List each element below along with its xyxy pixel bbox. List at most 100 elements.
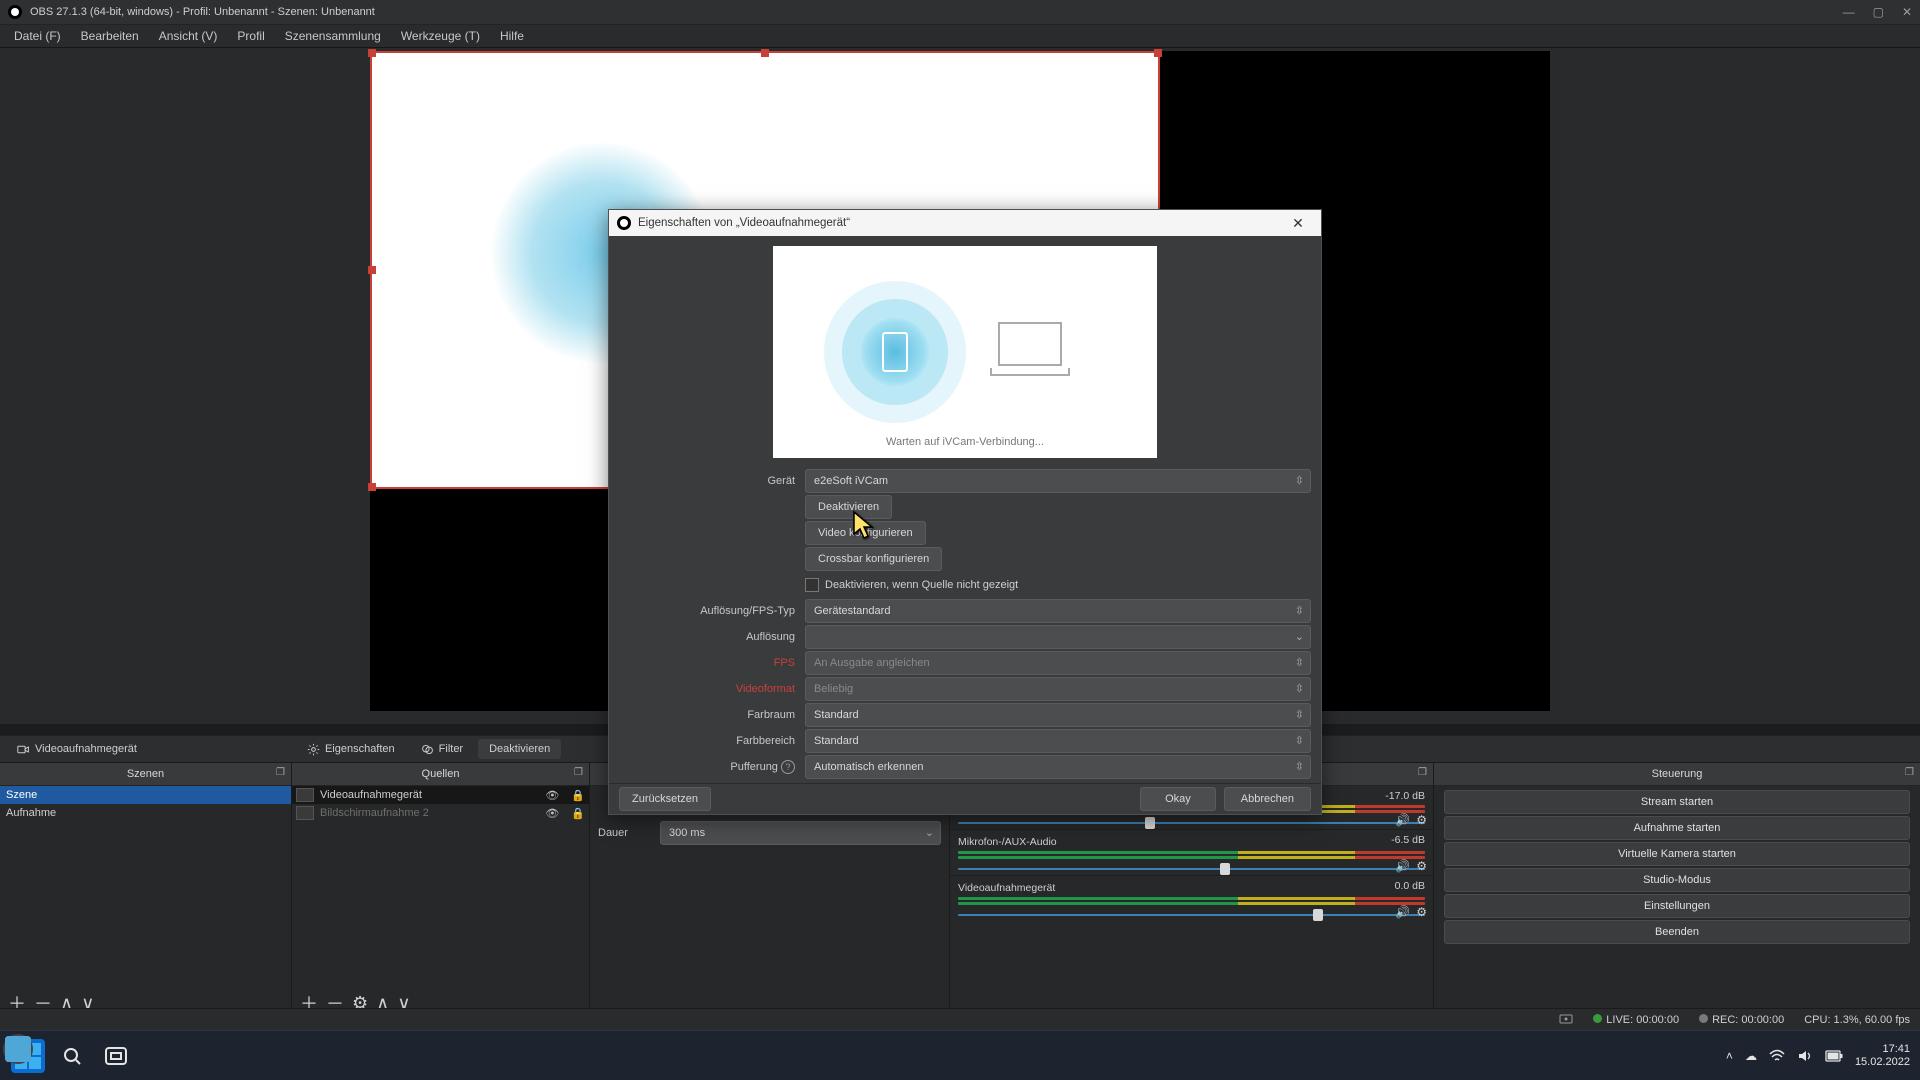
menu-view[interactable]: Ansicht (V) xyxy=(149,27,228,45)
status-cpu: CPU: 1.3%, 60.00 fps xyxy=(1804,1014,1910,1026)
mute-icon[interactable]: 🔊 xyxy=(1395,905,1410,919)
menu-scene-collection[interactable]: Szenensammlung xyxy=(275,27,391,45)
colorrange-select[interactable]: Standard⇳ xyxy=(805,729,1311,753)
properties-dialog: Eigenschaften von „Videoaufnahmegerät“ ✕… xyxy=(608,209,1322,815)
minimize-button[interactable]: — xyxy=(1843,5,1855,19)
window-buttons: — ▢ ✕ xyxy=(1843,5,1912,19)
mixer-channel-db: 0.0 dB xyxy=(1395,880,1425,892)
resolution-select[interactable]: ⌄ xyxy=(805,625,1311,649)
videoformat-select: Beliebig⇳ xyxy=(805,677,1311,701)
defaults-button[interactable]: Zurücksetzen xyxy=(619,787,711,811)
buffering-label: Pufferung ? xyxy=(619,760,805,774)
maximize-button[interactable]: ▢ xyxy=(1873,5,1884,19)
control-button[interactable]: Beenden xyxy=(1444,920,1910,944)
menu-tools[interactable]: Werkzeuge (T) xyxy=(391,27,490,45)
volume-slider[interactable] xyxy=(958,817,1425,829)
channel-settings-icon[interactable]: ⚙ xyxy=(1416,905,1427,919)
camera-icon xyxy=(17,743,30,756)
lock-icon[interactable]: 🔒 xyxy=(571,807,585,820)
tray-battery-icon[interactable] xyxy=(1825,1050,1843,1062)
resize-handle[interactable] xyxy=(368,49,376,57)
control-button[interactable]: Aufnahme starten xyxy=(1444,816,1910,840)
tray-expand-icon[interactable]: ˄ xyxy=(1726,1049,1733,1063)
resize-handle[interactable] xyxy=(368,483,376,491)
tray-wifi-icon[interactable] xyxy=(1769,1049,1785,1063)
info-icon[interactable]: ? xyxy=(781,760,795,774)
status-rec: REC: 00:00:00 xyxy=(1712,1014,1784,1026)
device-preview: Warten auf iVCam-Verbindung... xyxy=(773,246,1157,458)
status-live: LIVE: 00:00:00 xyxy=(1606,1014,1679,1026)
search-icon[interactable] xyxy=(54,1038,90,1074)
resize-handle[interactable] xyxy=(1154,49,1162,57)
scene-item[interactable]: Szene xyxy=(0,786,291,804)
device-select[interactable]: e2eSoft iVCam⇳ xyxy=(805,469,1311,493)
resize-handle[interactable] xyxy=(761,49,769,57)
mixer-channel: Videoaufnahmegerät 0.0 dB 🔊⚙ xyxy=(950,875,1433,921)
volume-slider[interactable] xyxy=(958,863,1425,875)
popout-icon[interactable]: ❐ xyxy=(1418,767,1427,778)
menu-file[interactable]: Datei (F) xyxy=(4,27,71,45)
obs-window: OBS 27.1.3 (64-bit, windows) - Profil: U… xyxy=(0,0,1920,1080)
source-item[interactable]: Bildschirmaufnahme 2 👁 🔒 xyxy=(292,804,589,822)
control-button[interactable]: Einstellungen xyxy=(1444,894,1910,918)
volume-slider[interactable] xyxy=(958,909,1425,921)
mute-icon[interactable]: 🔊 xyxy=(1395,813,1410,827)
obs-icon xyxy=(8,5,22,19)
wait-label: Warten auf iVCam-Verbindung... xyxy=(886,436,1044,448)
tray-volume-icon[interactable] xyxy=(1797,1049,1813,1063)
visibility-icon[interactable]: 👁 xyxy=(545,789,559,802)
menu-help[interactable]: Hilfe xyxy=(490,27,534,45)
dialog-titlebar[interactable]: Eigenschaften von „Videoaufnahmegerät“ ✕ xyxy=(609,210,1321,236)
source-item[interactable]: Videoaufnahmegerät 👁 🔒 xyxy=(292,786,589,804)
controls-dock: Steuerung❐ Stream startenAufnahme starte… xyxy=(1434,763,1920,1017)
sources-header: Quellen❐ xyxy=(292,763,589,786)
obs-icon xyxy=(617,216,631,230)
scene-item[interactable]: Aufnahme xyxy=(0,804,291,822)
scenes-header: Szenen❐ xyxy=(0,763,291,786)
popout-icon[interactable]: ❐ xyxy=(276,767,285,778)
ok-button[interactable]: Okay xyxy=(1140,787,1216,811)
control-button[interactable]: Virtuelle Kamera starten xyxy=(1444,842,1910,866)
properties-button[interactable]: Eigenschaften xyxy=(296,739,406,760)
popout-icon[interactable]: ❐ xyxy=(1905,767,1914,778)
laptop-icon xyxy=(990,322,1070,382)
channel-settings-icon[interactable]: ⚙ xyxy=(1416,813,1427,827)
colorspace-label: Farbraum xyxy=(619,709,805,721)
videoformat-label: Videoformat xyxy=(619,683,805,695)
configure-video-button[interactable]: Video konfigurieren xyxy=(805,521,926,545)
dialog-title: Eigenschaften von „Videoaufnahmegerät“ xyxy=(638,217,850,229)
mixer-channel: Mikrofon-/AUX-Audio -6.5 dB 🔊⚙ xyxy=(950,829,1433,875)
duration-select[interactable]: 300 ms⌄ xyxy=(660,821,941,845)
popout-icon[interactable]: ❐ xyxy=(574,767,583,778)
cancel-button[interactable]: Abbrechen xyxy=(1224,787,1311,811)
channel-settings-icon[interactable]: ⚙ xyxy=(1416,859,1427,873)
deactivate-device-button[interactable]: Deaktivieren xyxy=(805,495,892,519)
sources-dock: Quellen❐ Videoaufnahmegerät 👁 🔒 Bildschi… xyxy=(292,763,590,1017)
titlebar-text: OBS 27.1.3 (64-bit, windows) - Profil: U… xyxy=(30,6,375,18)
taskbar-app[interactable] xyxy=(0,1031,36,1067)
taskview-icon[interactable] xyxy=(98,1038,134,1074)
fps-label: FPS xyxy=(619,657,805,669)
configure-crossbar-button[interactable]: Crossbar konfigurieren xyxy=(805,547,942,571)
network-icon xyxy=(1559,1014,1573,1026)
taskbar-clock[interactable]: 17:41 15.02.2022 xyxy=(1855,1043,1910,1069)
menu-profile[interactable]: Profil xyxy=(227,27,274,45)
control-button[interactable]: Studio-Modus xyxy=(1444,868,1910,892)
colorspace-select[interactable]: Standard⇳ xyxy=(805,703,1311,727)
lock-icon[interactable]: 🔒 xyxy=(571,789,585,802)
deactivate-button[interactable]: Deaktivieren xyxy=(478,739,561,759)
close-icon[interactable]: ✕ xyxy=(1283,210,1313,236)
restype-select[interactable]: Gerätestandard⇳ xyxy=(805,599,1311,623)
filters-button[interactable]: Filter xyxy=(410,739,474,760)
control-button[interactable]: Stream starten xyxy=(1444,790,1910,814)
resize-handle[interactable] xyxy=(368,266,376,274)
mute-icon[interactable]: 🔊 xyxy=(1395,859,1410,873)
buffering-select[interactable]: Automatisch erkennen⇳ xyxy=(805,755,1311,779)
restype-label: Auflösung/FPS-Typ xyxy=(619,605,805,617)
resolution-label: Auflösung xyxy=(619,631,805,643)
visibility-icon[interactable]: 👁 xyxy=(545,807,559,820)
deactivate-when-hidden-checkbox[interactable]: Deaktivieren, wenn Quelle nicht gezeigt xyxy=(805,578,1311,592)
close-button[interactable]: ✕ xyxy=(1902,5,1912,19)
menu-edit[interactable]: Bearbeiten xyxy=(71,27,149,45)
tray-onedrive-icon[interactable]: ☁ xyxy=(1745,1049,1757,1063)
